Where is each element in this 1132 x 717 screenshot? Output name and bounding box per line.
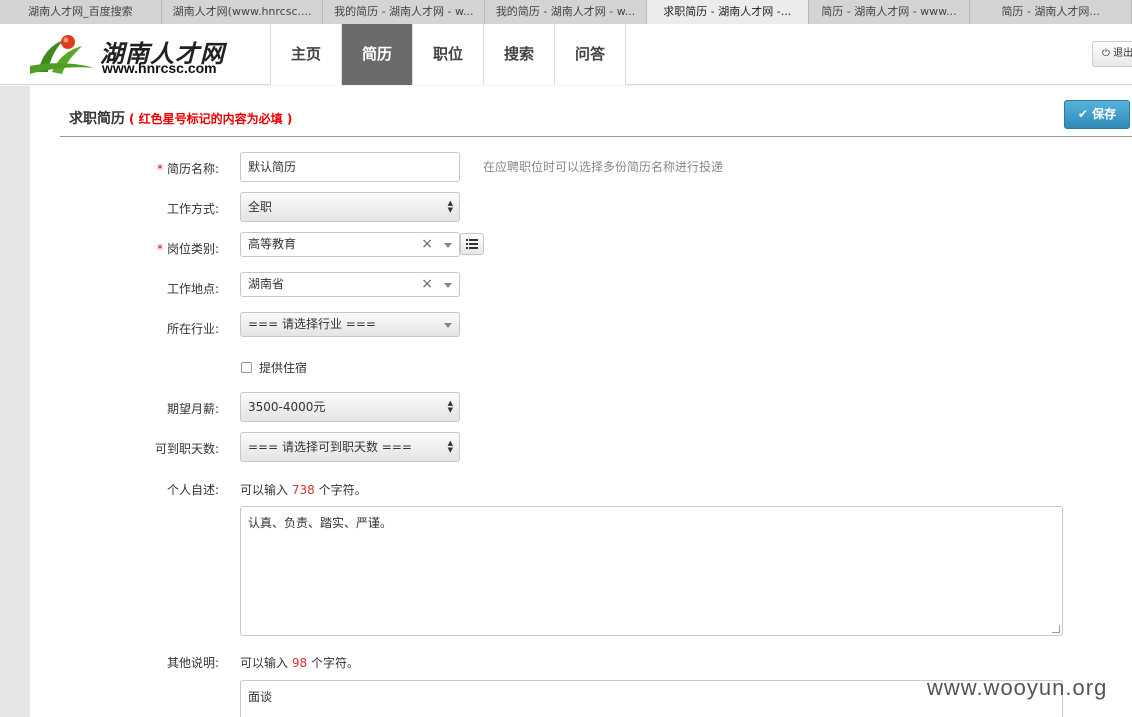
logo-mark-icon: [30, 35, 94, 74]
chevron-down-icon: [444, 283, 452, 288]
job-category-label: * 岗位类别:: [156, 242, 219, 256]
salary-select[interactable]: 3500-4000元 ▲ ▼: [240, 392, 460, 422]
start-days-value: === 请选择可到职天数 ===: [248, 440, 412, 454]
nav-item-jobs[interactable]: 职位: [413, 24, 484, 85]
site-logo[interactable]: 湖南人才网 www.hnrcsc.com: [28, 32, 248, 78]
required-note: ( 红色星号标记的内容为必填 ): [129, 112, 293, 126]
title-divider: [60, 136, 1132, 137]
required-star: *: [156, 162, 163, 176]
other-notes-value: 面谈: [248, 690, 273, 704]
browser-tab[interactable]: 我的简历 - 湖南人才网 - w...: [485, 0, 647, 24]
job-category-list-button[interactable]: [460, 233, 484, 255]
updown-icon: ▲ ▼: [447, 199, 453, 214]
clear-icon[interactable]: ×: [421, 273, 433, 296]
work-location-value: 湖南省: [248, 277, 285, 291]
salary-label: 期望月薪:: [166, 402, 219, 416]
save-label: 保存: [1092, 107, 1117, 121]
power-icon: ⏻: [1102, 48, 1110, 59]
required-star: *: [156, 242, 163, 256]
other-notes-label: 其他说明:: [166, 656, 219, 670]
browser-tab[interactable]: 简历 - 湖南人才网...: [970, 0, 1132, 24]
page-title: 求职简历 ( 红色星号标记的内容为必填 ): [69, 108, 292, 128]
page-title-text: 求职简历: [69, 111, 125, 127]
list-icon: [466, 239, 478, 249]
work-location-label: 工作地点:: [166, 282, 219, 296]
start-days-select[interactable]: === 请选择可到职天数 === ▲ ▼: [240, 432, 460, 462]
watermark: www.wooyun.org: [927, 675, 1108, 700]
resume-name-input[interactable]: 默认简历: [240, 152, 460, 182]
browser-tab[interactable]: 湖南人才网_百度搜索: [0, 0, 162, 24]
resume-form-panel: 求职简历 ( 红色星号标记的内容为必填 ) ✔ 保存 * 简历名称: 默认简历 在应…: [30, 86, 1132, 717]
nav-item-search[interactable]: 搜索: [484, 24, 555, 85]
housing-checkbox-label[interactable]: 提供住宿: [259, 359, 307, 376]
browser-tab[interactable]: 湖南人才网(www.hnrcsc....: [161, 0, 324, 24]
logout-label: 退出: [1113, 48, 1132, 59]
logout-button[interactable]: ⏻ 退出: [1092, 41, 1132, 67]
self-description-value: 认真、负责、踏实、严谨。: [248, 516, 393, 530]
industry-select[interactable]: === 请选择行业 ===: [240, 312, 460, 337]
job-category-value: 高等教育: [248, 237, 297, 251]
clear-icon[interactable]: ×: [421, 233, 433, 256]
browser-tab[interactable]: 简历 - 湖南人才网 - www...: [808, 0, 971, 24]
self-description-counter: 可以输入 738 个字符。: [240, 483, 367, 497]
work-location-select[interactable]: 湖南省 ×: [240, 272, 460, 297]
main-nav: 主页 简历 职位 搜索 问答: [270, 24, 626, 85]
work-type-select[interactable]: 全职 ▲ ▼: [240, 192, 460, 222]
industry-value: === 请选择行业 ===: [248, 317, 376, 331]
updown-icon: ▲ ▼: [447, 439, 453, 454]
resume-name-label: * 简历名称:: [156, 162, 219, 176]
housing-checkbox[interactable]: [241, 362, 252, 373]
self-description-textarea[interactable]: 认真、负责、踏实、严谨。: [240, 506, 1063, 636]
work-type-value: 全职: [248, 200, 273, 214]
job-category-select[interactable]: 高等教育 ×: [240, 232, 460, 257]
nav-item-home[interactable]: 主页: [271, 24, 342, 85]
browser-tab-strip: 湖南人才网_百度搜索 湖南人才网(www.hnrcsc.... 我的简历 - 湖…: [0, 0, 1132, 24]
check-icon: ✔: [1077, 107, 1088, 121]
site-header: 湖南人才网 www.hnrcsc.com 主页 简历 职位 搜索 问答 ⏻ 退出: [0, 24, 1132, 85]
browser-tab[interactable]: 我的简历 - 湖南人才网 - w...: [323, 0, 486, 24]
browser-tab-active[interactable]: 求职简历 - 湖南人才网 -...: [646, 0, 809, 24]
other-notes-counter-value: 98: [291, 656, 308, 670]
resize-handle-icon[interactable]: [1052, 625, 1060, 633]
start-days-label: 可到职天数:: [154, 442, 219, 456]
updown-icon: ▲ ▼: [447, 399, 453, 414]
nav-item-qa[interactable]: 问答: [555, 24, 626, 85]
logo-url-text: www.hnrcsc.com: [102, 60, 217, 76]
save-button[interactable]: ✔ 保存: [1064, 100, 1130, 129]
chevron-down-icon: [444, 243, 452, 248]
other-notes-counter: 可以输入 98 个字符。: [240, 656, 359, 670]
self-description-label: 个人自述:: [166, 483, 219, 497]
nav-item-resume[interactable]: 简历: [342, 24, 413, 85]
chevron-down-icon: [444, 323, 452, 328]
work-type-label: 工作方式:: [166, 202, 219, 216]
resume-name-hint: 在应聘职位时可以选择多份简历名称进行投递: [483, 160, 724, 174]
industry-label: 所在行业:: [166, 322, 219, 336]
left-gutter: [0, 86, 30, 717]
salary-value: 3500-4000元: [248, 400, 326, 414]
self-description-counter-value: 738: [291, 483, 315, 497]
